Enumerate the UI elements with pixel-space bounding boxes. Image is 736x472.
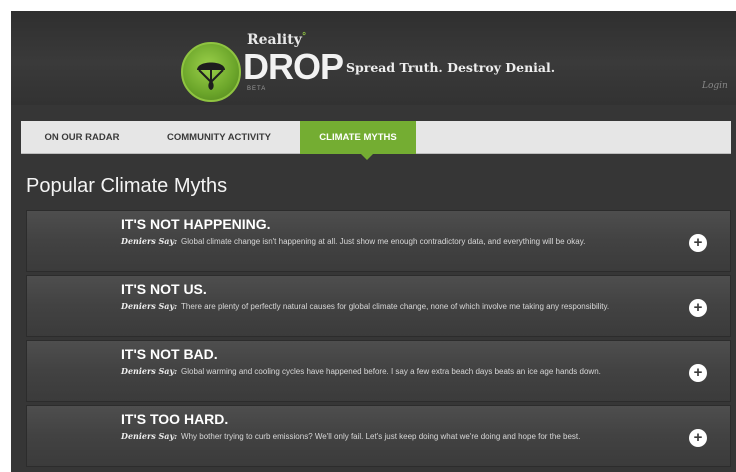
brand-name-large[interactable]: DROP (243, 46, 344, 88)
login-link[interactable]: Login (702, 81, 728, 91)
deniers-say-label: Deniers Say: (121, 431, 178, 441)
tab-climate-myths[interactable]: CLIMATE MYTHS (300, 121, 416, 154)
app-frame: Reality° DROP BETA Spread Truth. Destroy… (11, 11, 736, 472)
beta-label: BETA (247, 86, 267, 92)
deniers-say-label: Deniers Say: (121, 301, 178, 311)
tab-community-activity[interactable]: COMMUNITY ACTIVITY (139, 121, 299, 154)
myth-description: Deniers Say: There are plenty of perfectl… (121, 299, 651, 314)
tagline: Spread Truth. Destroy Denial. (346, 60, 556, 75)
myth-title: IT'S NOT BAD. (121, 346, 218, 362)
myth-description: Deniers Say: Why bother trying to curb em… (121, 429, 651, 444)
expand-plus-icon[interactable]: + (689, 299, 707, 317)
page-title: Popular Climate Myths (26, 175, 228, 197)
expand-plus-icon[interactable]: + (689, 234, 707, 252)
myth-title: IT'S NOT HAPPENING. (121, 216, 271, 232)
site-header: Reality° DROP BETA Spread Truth. Destroy… (11, 11, 736, 105)
tab-on-our-radar[interactable]: ON OUR RADAR (27, 121, 137, 154)
myth-card[interactable]: IT'S NOT BAD. Deniers Say: Global warming… (26, 340, 731, 402)
myth-description: Deniers Say: Global climate change isn't … (121, 234, 651, 249)
myth-text: There are plenty of perfectly natural ca… (181, 302, 610, 311)
myth-title: IT'S TOO HARD. (121, 411, 229, 427)
myth-text: Global climate change isn't happening at… (181, 237, 586, 246)
myth-description: Deniers Say: Global warming and cooling c… (121, 364, 651, 379)
myth-card[interactable]: IT'S NOT US. Deniers Say: There are plent… (26, 275, 731, 337)
active-tab-indicator (361, 154, 373, 160)
deniers-say-label: Deniers Say: (121, 366, 178, 376)
expand-plus-icon[interactable]: + (689, 429, 707, 447)
parachute-drop-icon-graphic (197, 62, 225, 90)
deniers-say-label: Deniers Say: (121, 236, 178, 246)
myth-text: Global warming and cooling cycles have h… (181, 367, 601, 376)
brand-degree: ° (301, 32, 307, 42)
parachute-drop-icon[interactable] (181, 42, 241, 102)
main-nav: ON OUR RADAR COMMUNITY ACTIVITY CLIMATE … (21, 121, 731, 154)
myth-text: Why bother trying to curb emissions? We'… (181, 432, 581, 441)
myth-title: IT'S NOT US. (121, 281, 207, 297)
myth-card[interactable]: IT'S TOO HARD. Deniers Say: Why bother tr… (26, 405, 731, 467)
myth-card[interactable]: IT'S NOT HAPPENING. Deniers Say: Global c… (26, 210, 731, 272)
expand-plus-icon[interactable]: + (689, 364, 707, 382)
